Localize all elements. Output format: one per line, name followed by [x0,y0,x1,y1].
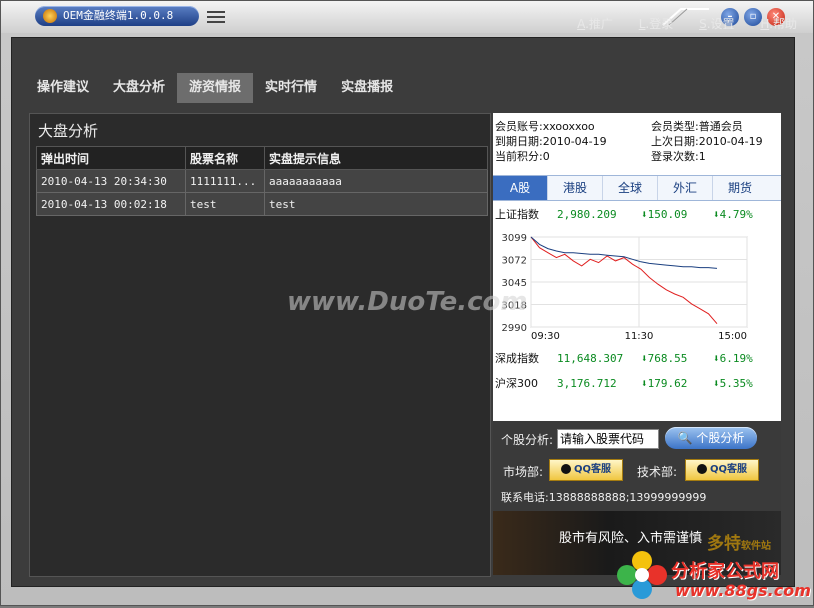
index-change: ⬇150.09 [641,205,687,225]
index-row-shenzhen[interactable]: 深成指数 11,648.307 ⬇768.55 ⬇6.19% [495,349,755,369]
col-stock-name[interactable]: 股票名称 [185,146,265,170]
tab-global[interactable]: 全球 [603,176,658,200]
down-arrow-icon: ⬇ [713,352,720,365]
flower-logo-icon [617,551,667,599]
y-tick-label: 3099 [502,233,527,244]
main-tabs: 操作建议 大盘分析 游资情报 实时行情 实盘播报 [25,73,405,103]
index-change: ⬇179.62 [641,374,687,394]
contact-phone: 联系电话:13888888888;13999999999 [501,491,707,504]
stock-code-input[interactable]: 请输入股票代码 [557,429,659,449]
index-pct: ⬇5.35% [713,374,753,394]
stock-analysis-label: 个股分析: [501,433,554,447]
site-logo-line1: 分析家公式网 [671,561,779,582]
login-count: 登录次数:1 [651,150,706,163]
market-tabs: A股 港股 全球 外汇 期货 [493,175,781,201]
index-value: 3,176.712 [557,377,617,390]
member-type: 会员类型:普通会员 [651,120,743,133]
tab-operation-advice[interactable]: 操作建议 [25,73,101,103]
app-window: OEM金融终端1.0.0.8 – ▫ ✕ A.推广 L.登录 S.设置 H.帮助… [0,0,814,606]
down-arrow-icon: ⬇ [641,377,648,390]
tab-a-shares[interactable]: A股 [493,176,548,200]
nav-promote[interactable]: A.推广 [577,17,613,31]
tab-forex[interactable]: 外汇 [658,176,713,200]
site-logo-line2: www.88gs.com [675,581,811,600]
index-pct: ⬇6.19% [713,349,753,369]
tech-qq-button[interactable]: QQ客服 [685,459,759,481]
nav-login[interactable]: L.登录 [639,17,674,31]
analysis-panel: 大盘分析 弹出时间 股票名称 实盘提示信息 2010-04-13 20:34:3… [29,113,491,577]
qq-icon [560,464,571,474]
tab-realtime-quotes[interactable]: 实时行情 [253,73,329,103]
top-nav: A.推广 L.登录 S.设置 H.帮助 [555,15,797,32]
index-row-shanghai[interactable]: 上证指数 2,980.209 ⬇150.09 ⬇4.79% [495,205,755,225]
risk-banner-text: 股市有风险、入市需谨慎 [559,531,703,546]
tech-dept-label: 技术部: [637,465,678,479]
app-title: OEM金融终端1.0.0.8 [63,9,174,22]
app-logo-icon [43,9,57,23]
cell-stock: 1111111... [185,169,265,193]
cell-info: aaaaaaaaaaa [264,169,488,193]
panel-title: 大盘分析 [38,122,99,140]
tab-hk-shares[interactable]: 港股 [548,176,603,200]
qq-icon [696,464,707,474]
site-logo: 分析家公式网 www.88gs.com [613,547,813,605]
x-tick-label: 15:00 [718,331,747,342]
tab-hot-money-intel[interactable]: 游资情报 [177,73,254,103]
nav-settings[interactable]: S.设置 [699,17,734,31]
x-tick-label: 11:30 [625,331,654,342]
index-row-hs300[interactable]: 沪深300 3,176.712 ⬇179.62 ⬇5.35% [495,374,755,394]
market-qq-button[interactable]: QQ客服 [549,459,623,481]
index-value: 2,980.209 [557,208,617,221]
tab-futures[interactable]: 期货 [713,176,767,200]
x-tick-label: 09:30 [531,331,560,342]
cell-info: test [264,192,488,216]
watermark: www.DuoTe.com [287,287,528,317]
cell-time: 2010-04-13 20:34:30 [36,169,186,193]
points: 当前积分:0 [495,150,550,163]
stock-analysis-button[interactable]: 🔍 个股分析 [665,427,757,449]
cell-time: 2010-04-13 00:02:18 [36,192,186,216]
market-dept-label: 市场部: [503,465,544,479]
tab-live-broadcast[interactable]: 实盘播报 [329,73,405,103]
app-title-pill: OEM金融终端1.0.0.8 [35,6,199,26]
down-arrow-icon: ⬇ [713,208,720,221]
y-tick-label: 2990 [502,323,527,334]
last-date: 上次日期:2010-04-19 [651,135,763,148]
down-arrow-icon: ⬇ [641,352,648,365]
cell-stock: test [185,192,265,216]
magnifier-icon: 🔍 [677,431,693,445]
table-row[interactable]: 2010-04-13 00:02:18 test test [36,192,488,216]
col-tip-info[interactable]: 实盘提示信息 [264,146,488,170]
tab-market-analysis[interactable]: 大盘分析 [101,73,177,103]
index-name: 上证指数 [495,208,539,221]
menu-icon[interactable] [207,11,225,23]
index-intraday-chart: 3099307230453018299009:30 11:30 15:00 [502,233,748,342]
index-change: ⬇768.55 [641,349,687,369]
alerts-table: 弹出时间 股票名称 实盘提示信息 2010-04-13 20:34:30 111… [36,146,488,216]
col-popup-time[interactable]: 弹出时间 [36,146,186,170]
down-arrow-icon: ⬇ [641,208,648,221]
index-name: 深成指数 [495,352,539,365]
nav-help[interactable]: H.帮助 [760,17,797,31]
y-tick-label: 3072 [502,256,527,267]
index-pct: ⬇4.79% [713,205,753,225]
expire-date: 到期日期:2010-04-19 [495,135,607,148]
down-arrow-icon: ⬇ [713,377,720,390]
table-row[interactable]: 2010-04-13 20:34:30 1111111... aaaaaaaaa… [36,169,488,193]
table-header: 弹出时间 股票名称 实盘提示信息 [36,146,488,170]
member-no: 会员账号:xxooxxoo [495,120,595,133]
index-name: 沪深300 [495,377,538,390]
index-value: 11,648.307 [557,352,624,365]
